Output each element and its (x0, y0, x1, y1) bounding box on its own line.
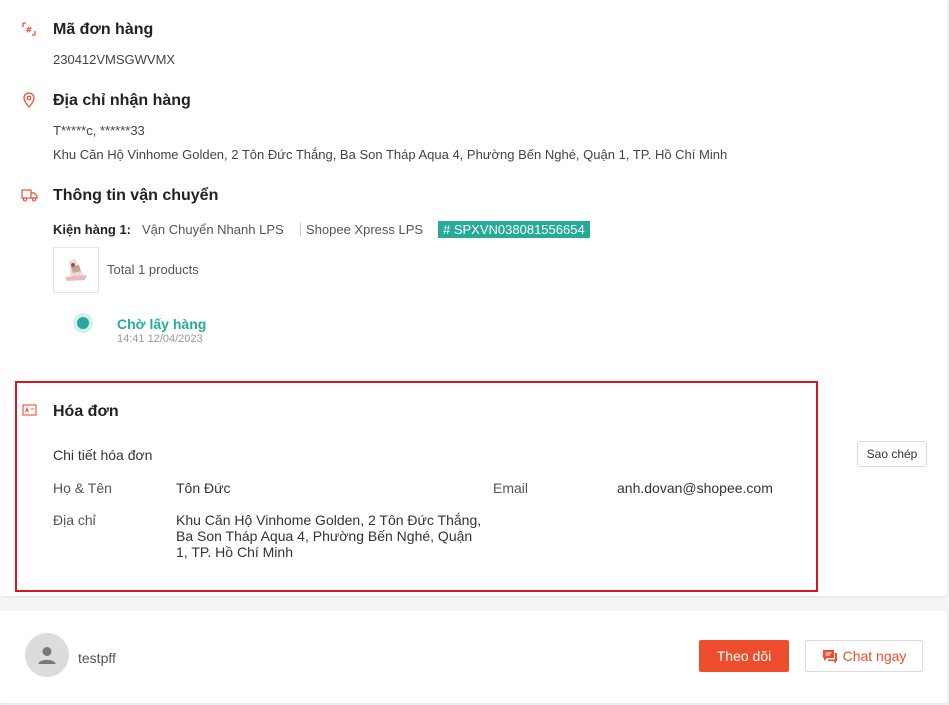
shipping-provider: Shopee Xpress LPS (306, 222, 424, 237)
hash-icon: # (20, 20, 38, 38)
carrier-divider (300, 222, 301, 236)
product-count: Total 1 products (107, 262, 199, 277)
order-detail-card: # Mã đơn hàng 230412VMSGWVMX Địa chỉ nhậ… (0, 0, 947, 596)
svg-text:#: # (26, 26, 33, 35)
location-pin-icon (20, 91, 38, 109)
package-label: Kiện hàng 1: (53, 222, 132, 237)
chat-icon (822, 649, 837, 663)
follow-button[interactable]: Theo dõi (699, 640, 789, 672)
shipping-status: Chờ lấy hàng (117, 316, 207, 332)
chat-button[interactable]: Chat ngay (805, 640, 923, 672)
buyer-username[interactable]: testpff (78, 650, 116, 666)
buyer-bar: testpff Theo dõi Chat ngay (0, 611, 947, 703)
product-image-icon (65, 259, 87, 281)
carrier-name: Vận Chuyển Nhanh LPS (142, 222, 284, 237)
avatar[interactable] (25, 633, 69, 677)
invoice-highlight-box (15, 381, 818, 592)
user-icon (38, 647, 56, 664)
order-id-value: 230412VMSGWVMX (53, 52, 176, 67)
copy-button[interactable]: Sao chép (857, 441, 927, 467)
chat-button-label: Chat ngay (842, 648, 907, 664)
order-id-title: Mã đơn hàng (53, 21, 154, 38)
shipping-status-time: 14:41 12/04/2023 (117, 333, 203, 345)
product-thumbnail[interactable] (53, 247, 99, 293)
address-title: Địa chỉ nhận hàng (53, 92, 191, 109)
tracking-number[interactable]: # SPXVN038081556654 (438, 221, 590, 238)
status-dot (73, 313, 93, 333)
address-full: Khu Căn Hộ Vinhome Golden, 2 Tôn Đức Thắ… (53, 147, 728, 162)
truck-icon (20, 186, 38, 204)
shipping-title: Thông tin vận chuyển (53, 187, 219, 204)
address-name-phone: T*****c, ******33 (53, 123, 145, 138)
